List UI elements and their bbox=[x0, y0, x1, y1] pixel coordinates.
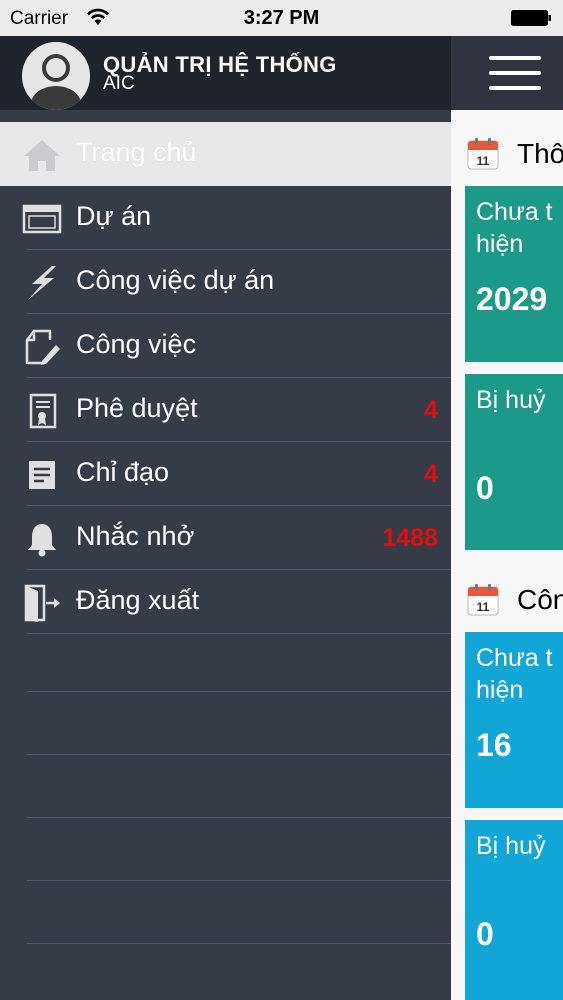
menu-label: Phê duyệt bbox=[76, 393, 198, 423]
section-header: 11 Thô bbox=[467, 136, 563, 176]
section-title: Thô bbox=[517, 138, 563, 169]
stat-label: Bị huỷ bbox=[476, 386, 546, 414]
stat-card[interactable]: Bị huỷ 0 bbox=[465, 374, 563, 550]
window-icon bbox=[22, 204, 62, 234]
home-content: 11 Thô Chưa t hiện 2029 Bị huỷ 0 11 Côn … bbox=[451, 36, 563, 1000]
certificate-icon bbox=[29, 393, 57, 429]
battery-icon bbox=[511, 10, 551, 26]
menu-divider bbox=[27, 880, 451, 881]
user-icon bbox=[22, 42, 90, 110]
menu-label: Nhắc nhở bbox=[76, 521, 195, 551]
menu-item-home[interactable]: Trang chủ bbox=[0, 122, 451, 186]
menu-item-approvals[interactable]: Phê duyệt 4 bbox=[0, 378, 451, 442]
menu-item-project-tasks[interactable]: Công việc dự án bbox=[0, 250, 451, 314]
stat-card[interactable]: Bị huỷ 0 bbox=[465, 820, 563, 1000]
side-drawer: QUẢN TRỊ HỆ THỐNG AIC Trang chủ Dự án Cô… bbox=[0, 36, 451, 1000]
menu-label: Công việc dự án bbox=[76, 265, 275, 295]
hamburger-menu-icon[interactable] bbox=[489, 56, 541, 90]
approvals-count-badge: 4 bbox=[424, 396, 438, 424]
stat-value: 0 bbox=[476, 916, 494, 952]
stat-label: Chưa t hiện bbox=[476, 198, 553, 258]
menu-label: Đăng xuất bbox=[76, 585, 200, 615]
content-navbar bbox=[451, 36, 563, 110]
stat-card[interactable]: Chưa t hiện 16 bbox=[465, 632, 563, 808]
logout-door-icon bbox=[24, 584, 60, 622]
user-name: QUẢN TRỊ HỆ THỐNG bbox=[103, 52, 337, 77]
drawer-header: QUẢN TRỊ HỆ THỐNG AIC bbox=[0, 36, 451, 110]
lightning-icon bbox=[28, 266, 56, 300]
calendar-icon: 11 bbox=[467, 138, 499, 170]
svg-text:11: 11 bbox=[477, 154, 490, 168]
menu-item-projects[interactable]: Dự án bbox=[0, 186, 451, 250]
menu-item-tasks[interactable]: Công việc bbox=[0, 314, 451, 378]
stat-value: 2029 bbox=[476, 281, 548, 317]
menu-label: Công việc bbox=[76, 329, 197, 359]
menu-label: Dự án bbox=[76, 201, 152, 231]
section-title: Côn bbox=[517, 584, 563, 615]
status-bar: Carrier 3:27 PM bbox=[0, 0, 563, 36]
menu-label: Chỉ đạo bbox=[76, 457, 170, 487]
stat-label: Bị huỷ bbox=[476, 832, 546, 860]
stat-value: 0 bbox=[476, 470, 494, 506]
menu-item-logout[interactable]: Đăng xuất bbox=[0, 570, 451, 634]
avatar[interactable] bbox=[22, 42, 90, 110]
menu-label: Trang chủ bbox=[76, 137, 197, 167]
menu-divider bbox=[27, 817, 451, 818]
svg-text:11: 11 bbox=[477, 600, 490, 614]
user-organization: AIC bbox=[103, 73, 135, 94]
status-time: 3:27 PM bbox=[243, 7, 320, 29]
menu-divider bbox=[27, 754, 451, 755]
menu-item-directives[interactable]: Chỉ đạo 4 bbox=[0, 442, 451, 506]
stat-value: 16 bbox=[476, 727, 512, 763]
section-header: 11 Côn bbox=[467, 582, 563, 622]
edit-document-icon bbox=[25, 329, 60, 365]
directives-count-badge: 4 bbox=[424, 460, 438, 488]
reminders-count-badge: 1488 bbox=[382, 524, 438, 552]
stat-label: Chưa t hiện bbox=[476, 644, 553, 704]
home-icon bbox=[24, 140, 60, 171]
bell-icon bbox=[28, 524, 56, 557]
menu-item-reminders[interactable]: Nhắc nhở 1488 bbox=[0, 506, 451, 570]
menu-divider bbox=[27, 943, 451, 944]
stat-card[interactable]: Chưa t hiện 2029 bbox=[465, 186, 563, 362]
calendar-icon: 11 bbox=[467, 584, 499, 616]
notes-icon bbox=[29, 461, 55, 489]
menu-divider bbox=[27, 691, 451, 692]
